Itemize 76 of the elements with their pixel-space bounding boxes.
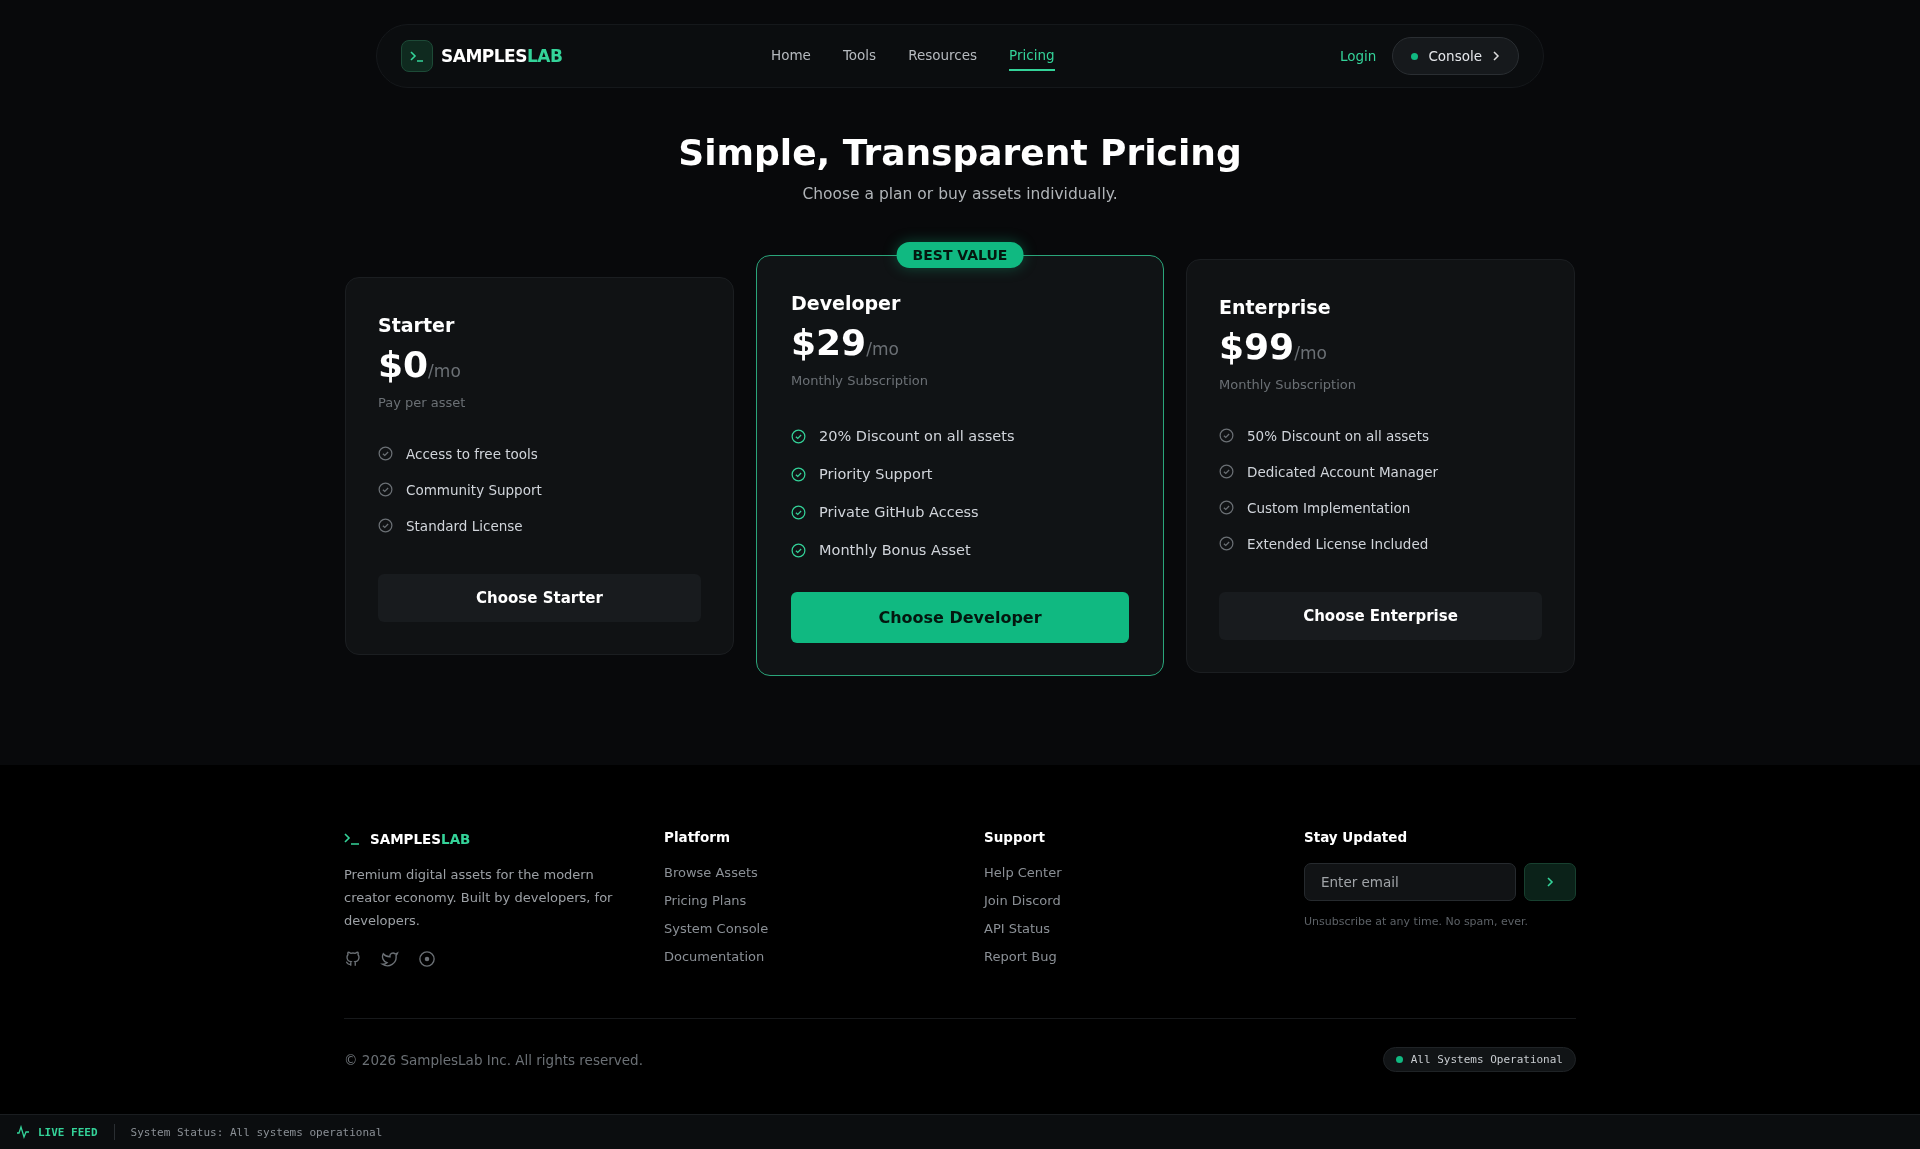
plan-price: $29	[791, 322, 867, 363]
newsletter-note: Unsubscribe at any time. No spam, ever.	[1304, 915, 1530, 928]
check-circle-icon	[1219, 500, 1234, 515]
check-circle-icon	[791, 542, 806, 558]
footer-link[interactable]: System Console	[664, 919, 984, 938]
footer-heading: Stay Updated	[1304, 829, 1409, 847]
check-circle-icon	[791, 504, 806, 520]
price-period: /mo	[428, 360, 461, 381]
console-button[interactable]: Console	[1392, 37, 1519, 75]
footer-heading: Platform	[664, 829, 731, 847]
brand-name[interactable]: SAMPLESLAB	[441, 46, 563, 66]
feature-text: 50% Discount on all assets	[1247, 427, 1429, 444]
footer-link[interactable]: Documentation	[664, 947, 984, 966]
chevron-right-icon	[1546, 876, 1554, 888]
nav-link[interactable]: Home	[771, 41, 811, 71]
plan-price: $0	[378, 343, 429, 385]
chevron-right-icon	[1492, 51, 1500, 61]
pulse-icon	[16, 1125, 30, 1139]
best-value-badge: BEST VALUE	[896, 242, 1024, 268]
choose-plan-button[interactable]: Choose Starter	[378, 573, 701, 622]
status-pill: All Systems Operational	[1382, 1047, 1576, 1072]
check-circle-icon	[378, 482, 393, 497]
plan-note: Monthly Subscription	[791, 373, 929, 388]
plan-name: Starter	[378, 313, 456, 336]
status-message: System Status: All systems operational	[130, 1125, 383, 1139]
footer-link[interactable]: Join Discord	[984, 891, 1304, 910]
footer-link[interactable]: Browse Assets	[664, 863, 984, 882]
nav-link[interactable]: Resources	[908, 41, 978, 71]
copyright-text: © 2026 SamplesLab Inc. All rights reserved.	[344, 1051, 643, 1068]
terminal-icon	[401, 40, 433, 72]
check-circle-icon	[791, 428, 806, 444]
email-field[interactable]: Enter email	[1304, 863, 1516, 901]
plan-note: Monthly Subscription	[1219, 376, 1357, 392]
page-subtitle: Choose a plan or buy assets individually.	[802, 185, 1118, 203]
status-dot-icon	[1395, 1056, 1403, 1063]
feature-text: Community Support	[406, 481, 542, 498]
feature-text: Priority Support	[819, 466, 933, 482]
feature-text: Private GitHub Access	[819, 504, 979, 520]
check-circle-icon	[1219, 428, 1234, 443]
status-dot-icon	[1411, 52, 1419, 60]
plan-name: Developer	[791, 292, 902, 314]
login-link[interactable]: Login	[1340, 48, 1377, 64]
plan-note: Pay per asset	[378, 394, 467, 410]
bird-icon[interactable]	[380, 950, 400, 968]
footer-link[interactable]: Report Bug	[984, 947, 1304, 966]
feature-text: Extended License Included	[1247, 535, 1429, 552]
nav-link[interactable]: Tools	[842, 41, 877, 71]
price-period: /mo	[1294, 342, 1327, 363]
feature-text: Monthly Bonus Asset	[819, 542, 971, 558]
live-feed-label: LIVE FEED	[38, 1125, 98, 1139]
feature-text: Dedicated Account Manager	[1247, 463, 1439, 480]
plan-name: Enterprise	[1219, 295, 1332, 318]
check-circle-icon	[1219, 536, 1234, 551]
page-title: Simple, Transparent Pricing	[678, 132, 1242, 173]
footer-link[interactable]: API Status	[984, 919, 1304, 938]
feature-text: Standard License	[406, 517, 523, 534]
footer-heading: Support	[984, 829, 1047, 847]
feature-text: 20% Discount on all assets	[819, 428, 1015, 444]
choose-plan-button[interactable]: Choose Developer	[791, 592, 1129, 643]
check-circle-icon	[791, 466, 806, 482]
footer-link[interactable]: Pricing Plans	[664, 891, 984, 910]
feature-text: Access to free tools	[406, 445, 538, 462]
brand-name[interactable]: SAMPLESLAB	[370, 831, 471, 847]
target-icon[interactable]	[418, 950, 436, 968]
check-circle-icon	[1219, 464, 1234, 479]
choose-plan-button[interactable]: Choose Enterprise	[1219, 591, 1542, 640]
check-circle-icon	[378, 518, 393, 533]
check-circle-icon	[378, 446, 393, 461]
plan-price: $99	[1219, 325, 1295, 367]
price-period: /mo	[866, 339, 899, 359]
footer-link[interactable]: Help Center	[984, 863, 1304, 882]
feature-text: Custom Implementation	[1247, 499, 1411, 516]
footer-description: Premium digital assets for the modern creator economy. Built by developers, for developers.	[344, 866, 614, 930]
terminal-icon	[344, 833, 360, 845]
github-icon[interactable]	[344, 950, 362, 968]
nav-link[interactable]: Pricing	[1009, 41, 1055, 71]
